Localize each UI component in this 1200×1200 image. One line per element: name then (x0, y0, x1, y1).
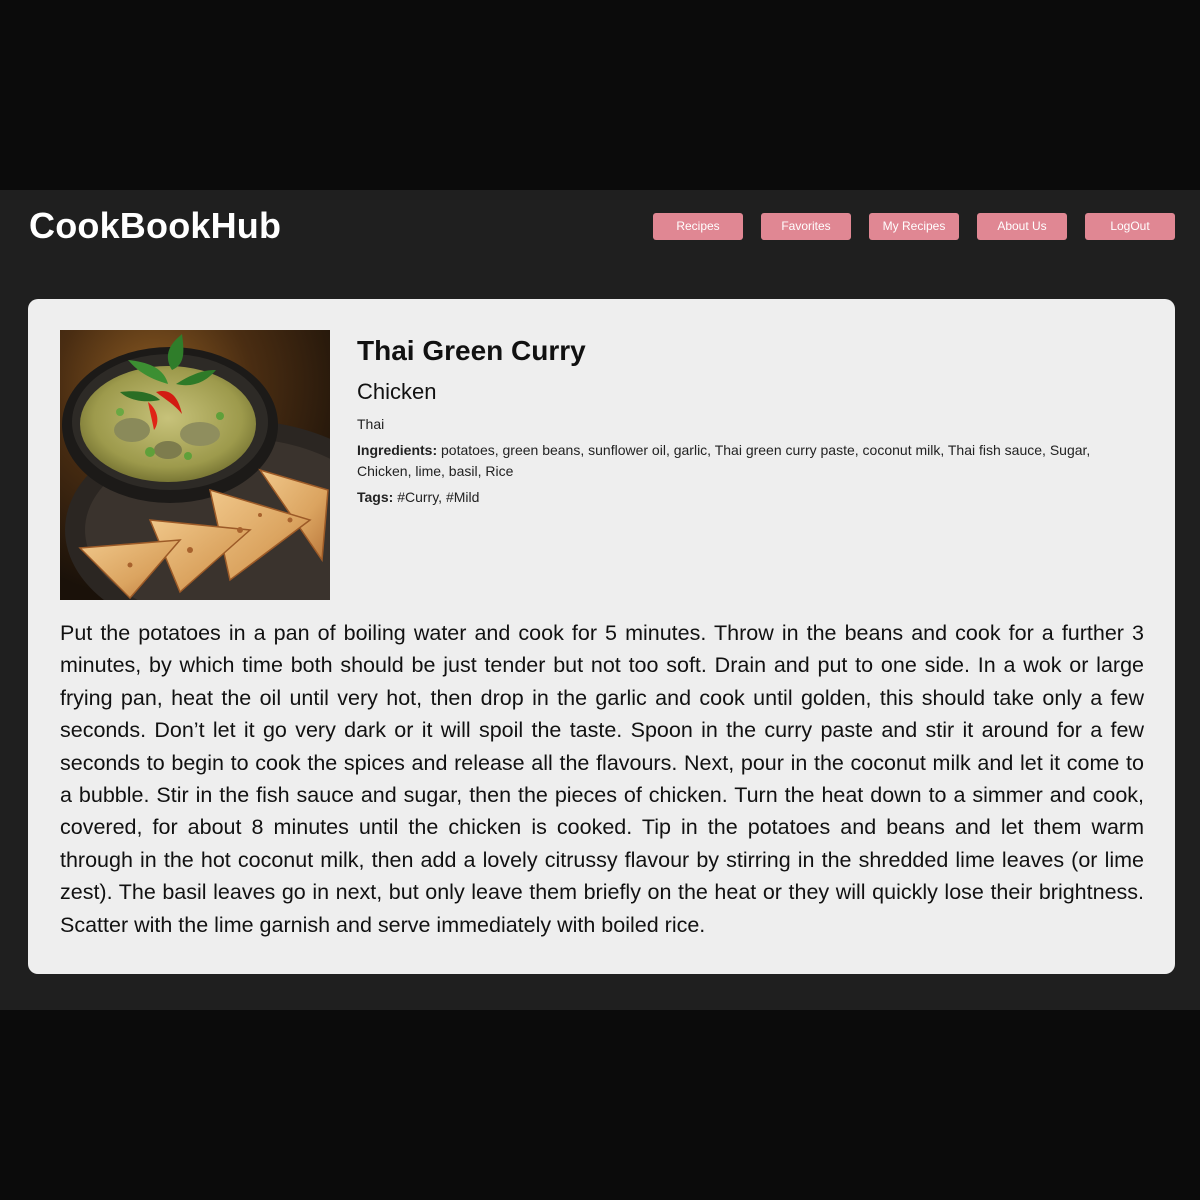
tags-list: #Curry, #Mild (397, 489, 480, 505)
recipe-cuisine: Thai (357, 416, 385, 432)
recipe-card: Thai Green Curry Chicken Thai Ingredient… (28, 299, 1175, 974)
ingredients-list: potatoes, green beans, sunflower oil, ga… (357, 442, 1091, 479)
recipe-method: Put the potatoes in a pan of boiling wat… (60, 621, 1144, 937)
recipe-photo (60, 330, 330, 600)
recipe-category: Chicken (357, 379, 437, 404)
tags-label: Tags: (357, 489, 394, 505)
main-nav: Recipes Favorites My Recipes About Us Lo… (653, 213, 1175, 240)
nav-favorites-button[interactable]: Favorites (761, 213, 851, 240)
recipe-details: Thai Green Curry Chicken Thai Ingredient… (357, 330, 1147, 508)
recipe-title: Thai Green Curry (357, 335, 586, 366)
nav-my-recipes-button[interactable]: My Recipes (869, 213, 959, 240)
recipe-ingredients: Ingredients: potatoes, green beans, sunf… (357, 440, 1147, 482)
nav-logout-button[interactable]: LogOut (1085, 213, 1175, 240)
ingredients-label: Ingredients: (357, 442, 438, 458)
nav-about-us-button[interactable]: About Us (977, 213, 1067, 240)
site-logo[interactable]: CookBookHub (29, 206, 281, 246)
nav-recipes-button[interactable]: Recipes (653, 213, 743, 240)
recipe-tags: Tags: #Curry, #Mild (357, 487, 1147, 508)
